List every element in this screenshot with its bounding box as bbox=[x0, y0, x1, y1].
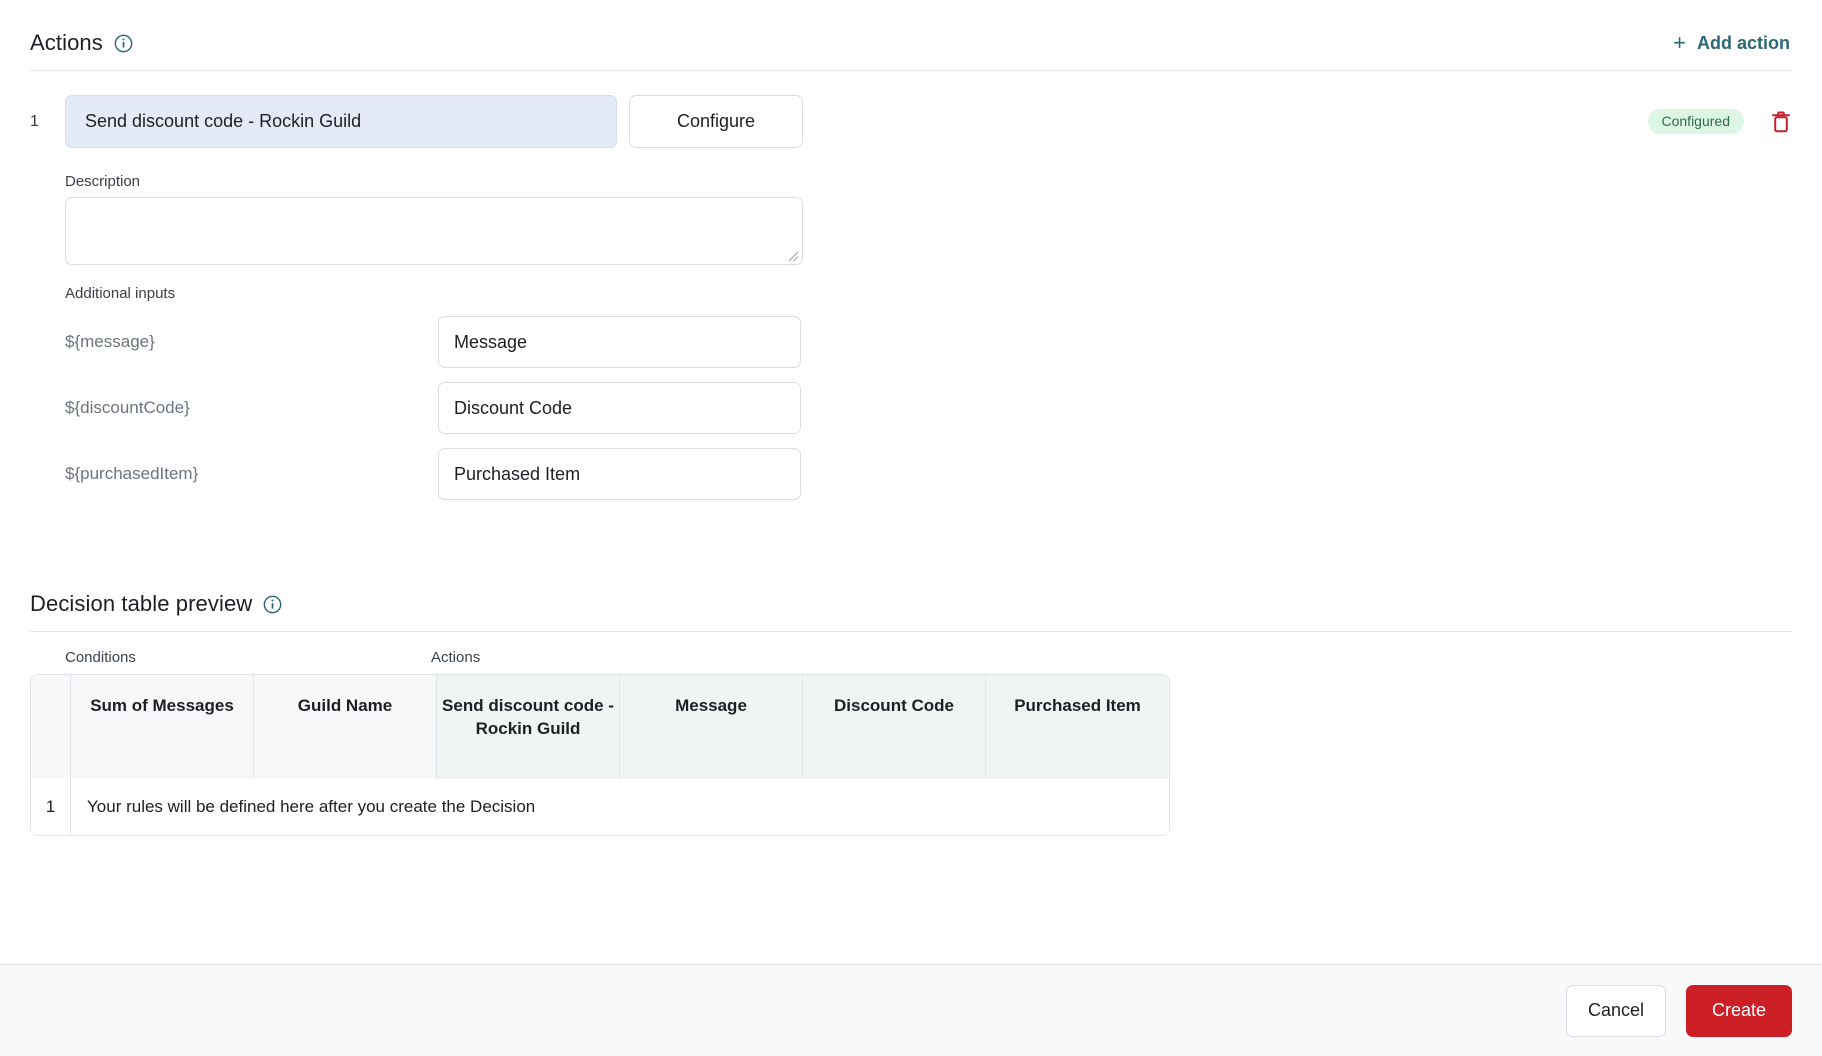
table-header-discount-code[interactable]: Discount Code bbox=[803, 675, 986, 779]
configure-label: Configure bbox=[677, 111, 755, 132]
additional-inputs-label: Additional inputs bbox=[65, 285, 1792, 302]
action-block: 1 Send discount code - Rockin Guild Conf… bbox=[30, 71, 1792, 500]
input-key-message: ${message} bbox=[65, 332, 438, 352]
input-value-discount-code-text: Discount Code bbox=[454, 398, 572, 419]
action-name-field[interactable]: Send discount code - Rockin Guild bbox=[65, 95, 617, 148]
group-label-actions: Actions bbox=[431, 649, 480, 666]
action-row-right: Configured bbox=[1648, 109, 1793, 134]
decision-table-title: Decision table preview bbox=[30, 591, 252, 617]
cancel-button[interactable]: Cancel bbox=[1566, 985, 1666, 1037]
description-input[interactable] bbox=[65, 197, 803, 265]
table-header-sum-of-messages[interactable]: Sum of Messages bbox=[71, 675, 254, 779]
table-header-number bbox=[31, 675, 71, 779]
table-header-guild-name[interactable]: Guild Name bbox=[254, 675, 437, 779]
additional-input-row: ${purchasedItem} Purchased Item bbox=[30, 448, 1792, 500]
actions-title-group: Actions bbox=[30, 30, 133, 56]
page-title: Actions bbox=[30, 30, 103, 56]
input-value-message[interactable]: Message bbox=[438, 316, 801, 368]
input-value-discount-code[interactable]: Discount Code bbox=[438, 382, 801, 434]
input-value-message-text: Message bbox=[454, 332, 527, 353]
input-value-purchased-item-text: Purchased Item bbox=[454, 464, 580, 485]
info-icon[interactable] bbox=[114, 34, 133, 53]
table-row-number: 1 bbox=[31, 779, 71, 835]
input-key-discount-code: ${discountCode} bbox=[65, 398, 438, 418]
trash-icon[interactable] bbox=[1770, 110, 1792, 134]
dialog-footer: Cancel Create bbox=[0, 964, 1822, 1056]
cancel-label: Cancel bbox=[1588, 1000, 1644, 1021]
group-label-conditions: Conditions bbox=[65, 649, 431, 666]
actions-section: Actions + Add action 1 Send discount cod… bbox=[0, 0, 1822, 500]
action-index: 1 bbox=[30, 113, 65, 131]
table-header-row: Sum of Messages Guild Name Send discount… bbox=[31, 675, 1169, 779]
decision-table: Sum of Messages Guild Name Send discount… bbox=[30, 674, 1170, 836]
add-action-button[interactable]: + Add action bbox=[1673, 32, 1792, 54]
table-header-message[interactable]: Message bbox=[620, 675, 803, 779]
action-name-text: Send discount code - Rockin Guild bbox=[85, 111, 361, 132]
table-row: 1 Your rules will be defined here after … bbox=[31, 779, 1169, 835]
add-action-label: Add action bbox=[1697, 33, 1790, 54]
status-badge: Configured bbox=[1648, 109, 1745, 134]
create-label: Create bbox=[1712, 1000, 1766, 1021]
action-row: 1 Send discount code - Rockin Guild Conf… bbox=[30, 95, 1792, 148]
input-value-purchased-item[interactable]: Purchased Item bbox=[438, 448, 801, 500]
additional-input-row: ${discountCode} Discount Code bbox=[30, 382, 1792, 434]
table-header-purchased-item[interactable]: Purchased Item bbox=[986, 675, 1169, 779]
actions-header: Actions + Add action bbox=[30, 0, 1792, 70]
input-key-purchased-item: ${purchasedItem} bbox=[65, 464, 438, 484]
info-icon[interactable] bbox=[263, 595, 282, 614]
description-label: Description bbox=[65, 173, 1792, 190]
create-button[interactable]: Create bbox=[1686, 985, 1792, 1037]
configure-button[interactable]: Configure bbox=[629, 95, 803, 148]
decision-table-section: Decision table preview Conditions Action… bbox=[0, 561, 1822, 836]
decision-table-group-labels: Conditions Actions bbox=[30, 632, 1792, 666]
table-header-send-discount-code[interactable]: Send discount code - Rockin Guild bbox=[437, 675, 620, 779]
resize-grip-icon[interactable] bbox=[786, 249, 799, 262]
table-row-placeholder: Your rules will be defined here after yo… bbox=[71, 779, 1169, 835]
additional-input-row: ${message} Message bbox=[30, 316, 1792, 368]
decision-table-header: Decision table preview bbox=[30, 561, 1792, 631]
plus-icon: + bbox=[1673, 32, 1686, 54]
